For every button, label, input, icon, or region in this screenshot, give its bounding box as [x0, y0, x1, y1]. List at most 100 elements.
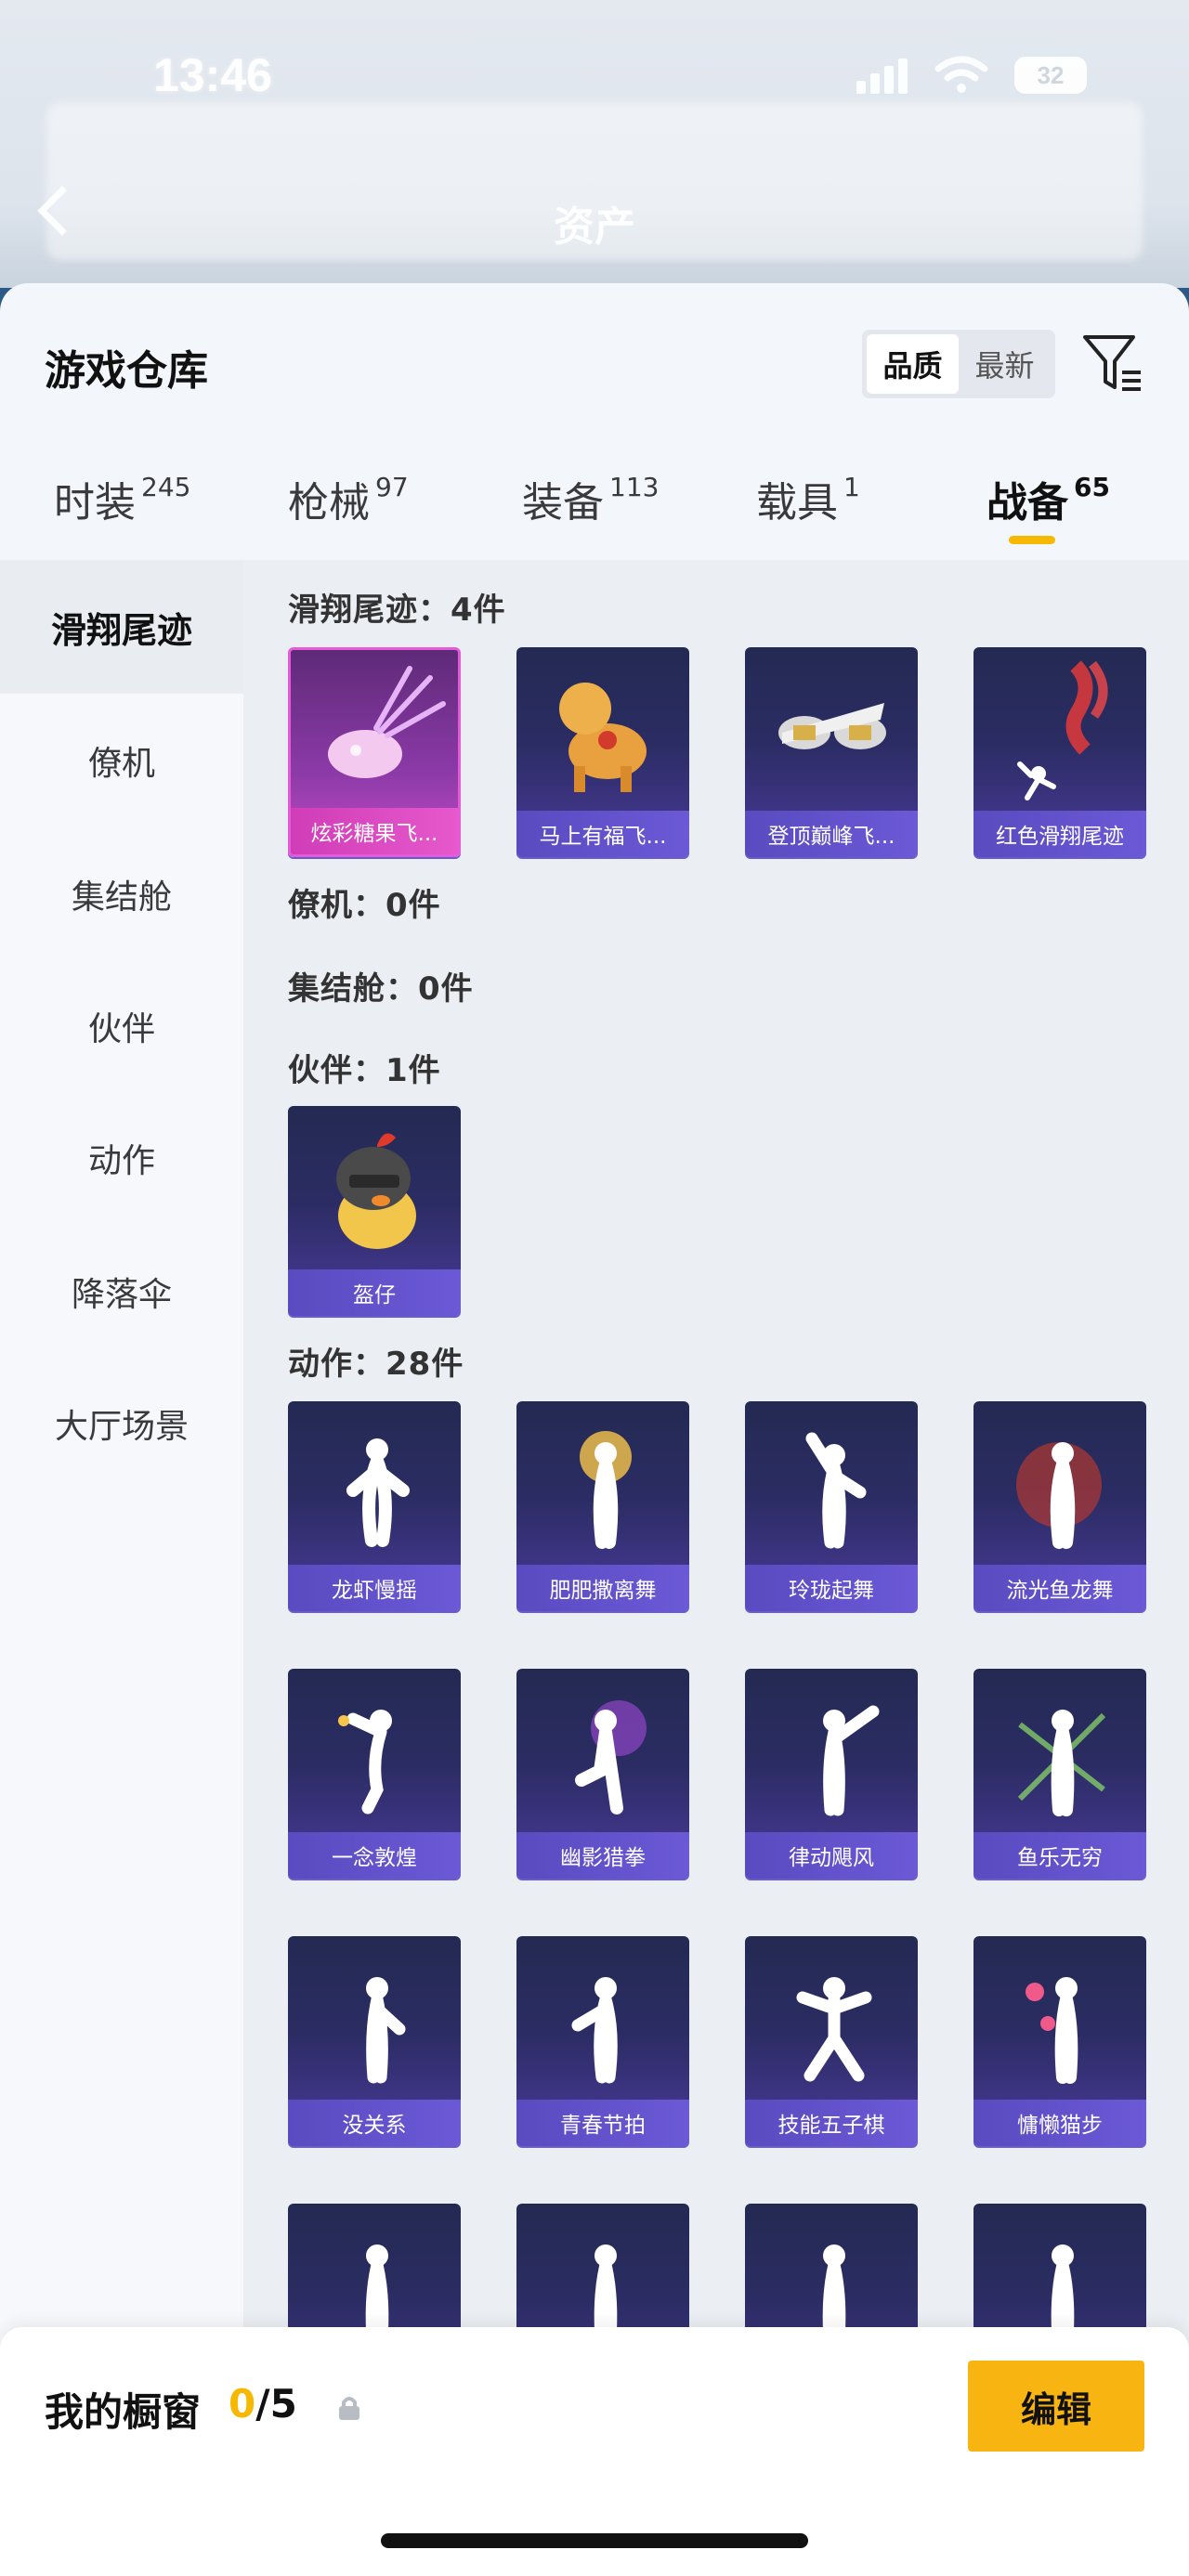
status-bar: 13:46 32: [0, 0, 1189, 158]
item-label: 没关系: [288, 2100, 461, 2146]
active-tab-indicator: [1009, 536, 1055, 544]
showcase-max: /5: [255, 2381, 297, 2426]
battery-icon: 32: [1014, 57, 1087, 94]
tab-label: 装备: [522, 479, 604, 527]
item-card[interactable]: 一念敦煌: [288, 1669, 461, 1879]
tab-count: 65: [1074, 472, 1110, 502]
item-label: 技能五子棋: [745, 2100, 918, 2146]
tab-vehicles[interactable]: 载具 1: [756, 469, 860, 528]
sidebar-item-parachute[interactable]: 降落伞: [0, 1225, 243, 1359]
emote-figure-art: [823, 1705, 880, 1816]
tab-fashion[interactable]: 时装 245: [54, 469, 190, 528]
sort-option-quality[interactable]: 品质: [867, 334, 959, 394]
item-card[interactable]: 青春节拍: [516, 1936, 689, 2146]
item-label: 肥肥撒离舞: [516, 1565, 689, 1611]
sort-option-newest[interactable]: 最新: [959, 334, 1051, 394]
sidebar: 滑翔尾迹 僚机 集结舱 伙伴 动作 降落伞 大厅场景: [0, 560, 243, 2576]
sidebar-item-emote[interactable]: 动作: [0, 1091, 243, 1225]
items-content: 滑翔尾迹：4件 炫彩糖果飞... 马上有福飞... 登顶巅峰飞... 红色滑翔尾…: [243, 560, 1189, 2576]
section-title-wingman: 僚机：0件: [288, 887, 441, 924]
item-card[interactable]: 马上有福飞...: [516, 647, 689, 857]
tab-count: 1: [843, 472, 860, 502]
item-card[interactable]: 技能五子棋: [745, 1936, 918, 2146]
item-card[interactable]: 登顶巅峰飞...: [745, 647, 918, 857]
tab-gear[interactable]: 装备 113: [522, 469, 659, 528]
sheet-title: 游戏仓库: [45, 347, 208, 395]
emote-figure-art: [366, 1977, 406, 2084]
showcase-current: 0: [229, 2381, 256, 2426]
emote-figure-art: [1026, 1977, 1078, 2084]
tab-label: 载具: [756, 479, 838, 527]
item-card[interactable]: 幽影猎拳: [516, 1669, 689, 1879]
section-title-pod: 集结舱：0件: [288, 970, 474, 1008]
sidebar-item-glide-trail[interactable]: 滑翔尾迹: [0, 560, 243, 694]
item-label: 一念敦煌: [288, 1832, 461, 1879]
emote-figure-art: [805, 1432, 867, 1549]
emote-figure-art: [580, 1431, 632, 1549]
tab-count: 245: [141, 472, 191, 502]
emote-figure-art: [575, 1700, 647, 1815]
item-card[interactable]: 肥肥撒离舞: [516, 1401, 689, 1611]
item-label: 炫彩糖果飞...: [291, 808, 458, 854]
item-card[interactable]: 玲珑起舞: [745, 1401, 918, 1611]
home-indicator: [381, 2533, 808, 2548]
filter-icon[interactable]: [1079, 330, 1144, 395]
signal-icon: [856, 57, 908, 94]
tab-count: 97: [375, 472, 409, 502]
item-card[interactable]: 龙虾慢摇: [288, 1401, 461, 1611]
tab-label: 枪械: [288, 479, 370, 527]
item-label: 盔仔: [288, 1269, 461, 1316]
section-title-partner: 伙伴：1件: [288, 1052, 441, 1089]
wifi-icon: [934, 56, 988, 93]
warehouse-sheet: 游戏仓库 品质 最新 时装 245 枪械 97 装备 113 载具 1 战备 65 滑翔尾…: [0, 283, 1189, 2576]
item-label: 登顶巅峰飞...: [745, 811, 918, 857]
item-card[interactable]: 鱼乐无穷: [973, 1669, 1146, 1879]
sidebar-item-partner[interactable]: 伙伴: [0, 959, 243, 1093]
candy-trail-art: [328, 666, 446, 778]
category-tabs: 时装 245 枪械 97 装备 113 载具 1 战备 65: [0, 469, 1189, 571]
item-card[interactable]: 炫彩糖果飞...: [288, 647, 461, 857]
jet-pack-art: [778, 703, 886, 749]
horse-toy-art: [559, 683, 647, 792]
item-label: 律动飓风: [745, 1832, 918, 1879]
item-label: 流光鱼龙舞: [973, 1565, 1146, 1611]
red-smoke-trail-art: [1017, 660, 1108, 800]
nav-title: 资产: [554, 203, 635, 251]
item-label: 龙虾慢摇: [288, 1565, 461, 1611]
emote-figure-art: [1016, 1442, 1102, 1549]
emote-figure-art: [338, 1710, 392, 1815]
item-label: 慵懒猫步: [973, 2100, 1146, 2146]
emote-figure-art: [571, 1977, 618, 2084]
sidebar-item-pod[interactable]: 集结舱: [0, 827, 243, 961]
section-title-glide-trail: 滑翔尾迹：4件: [288, 592, 506, 629]
sidebar-item-lobby-scene[interactable]: 大厅场景: [0, 1357, 243, 1490]
emote-figure-art: [796, 1977, 872, 2082]
section-title-emote: 动作：28件: [288, 1346, 464, 1383]
tab-guns[interactable]: 枪械 97: [288, 469, 409, 528]
sidebar-item-wingman[interactable]: 僚机: [0, 694, 243, 827]
sort-toggle: 品质 最新: [862, 330, 1055, 398]
tab-label: 时装: [54, 479, 136, 527]
item-card[interactable]: 律动飓风: [745, 1669, 918, 1879]
helmet-chick-art: [336, 1133, 416, 1249]
item-card[interactable]: 流光鱼龙舞: [973, 1401, 1146, 1611]
item-label: 幽影猎拳: [516, 1832, 689, 1879]
showcase-title: 我的橱窗: [45, 2389, 202, 2435]
tab-label: 战备: [986, 479, 1068, 527]
item-card[interactable]: 红色滑翔尾迹: [973, 647, 1146, 857]
status-time: 13:46: [153, 49, 272, 101]
item-card[interactable]: 慵懒猫步: [973, 1936, 1146, 2146]
item-label: 青春节拍: [516, 2100, 689, 2146]
emote-figure-art: [346, 1438, 410, 1547]
emote-figure-art: [1017, 1710, 1106, 1816]
tab-count: 113: [609, 472, 660, 502]
item-card[interactable]: 没关系: [288, 1936, 461, 2146]
edit-button[interactable]: 编辑: [968, 2361, 1144, 2452]
item-label: 玲珑起舞: [745, 1565, 918, 1611]
item-label: 鱼乐无穷: [973, 1832, 1146, 1879]
tab-battle-prep[interactable]: 战备 65: [986, 469, 1110, 528]
item-label: 红色滑翔尾迹: [973, 811, 1146, 857]
item-label: 马上有福飞...: [516, 811, 689, 857]
item-card[interactable]: 盔仔: [288, 1106, 461, 1316]
showcase-count: 0/5: [229, 2381, 297, 2426]
